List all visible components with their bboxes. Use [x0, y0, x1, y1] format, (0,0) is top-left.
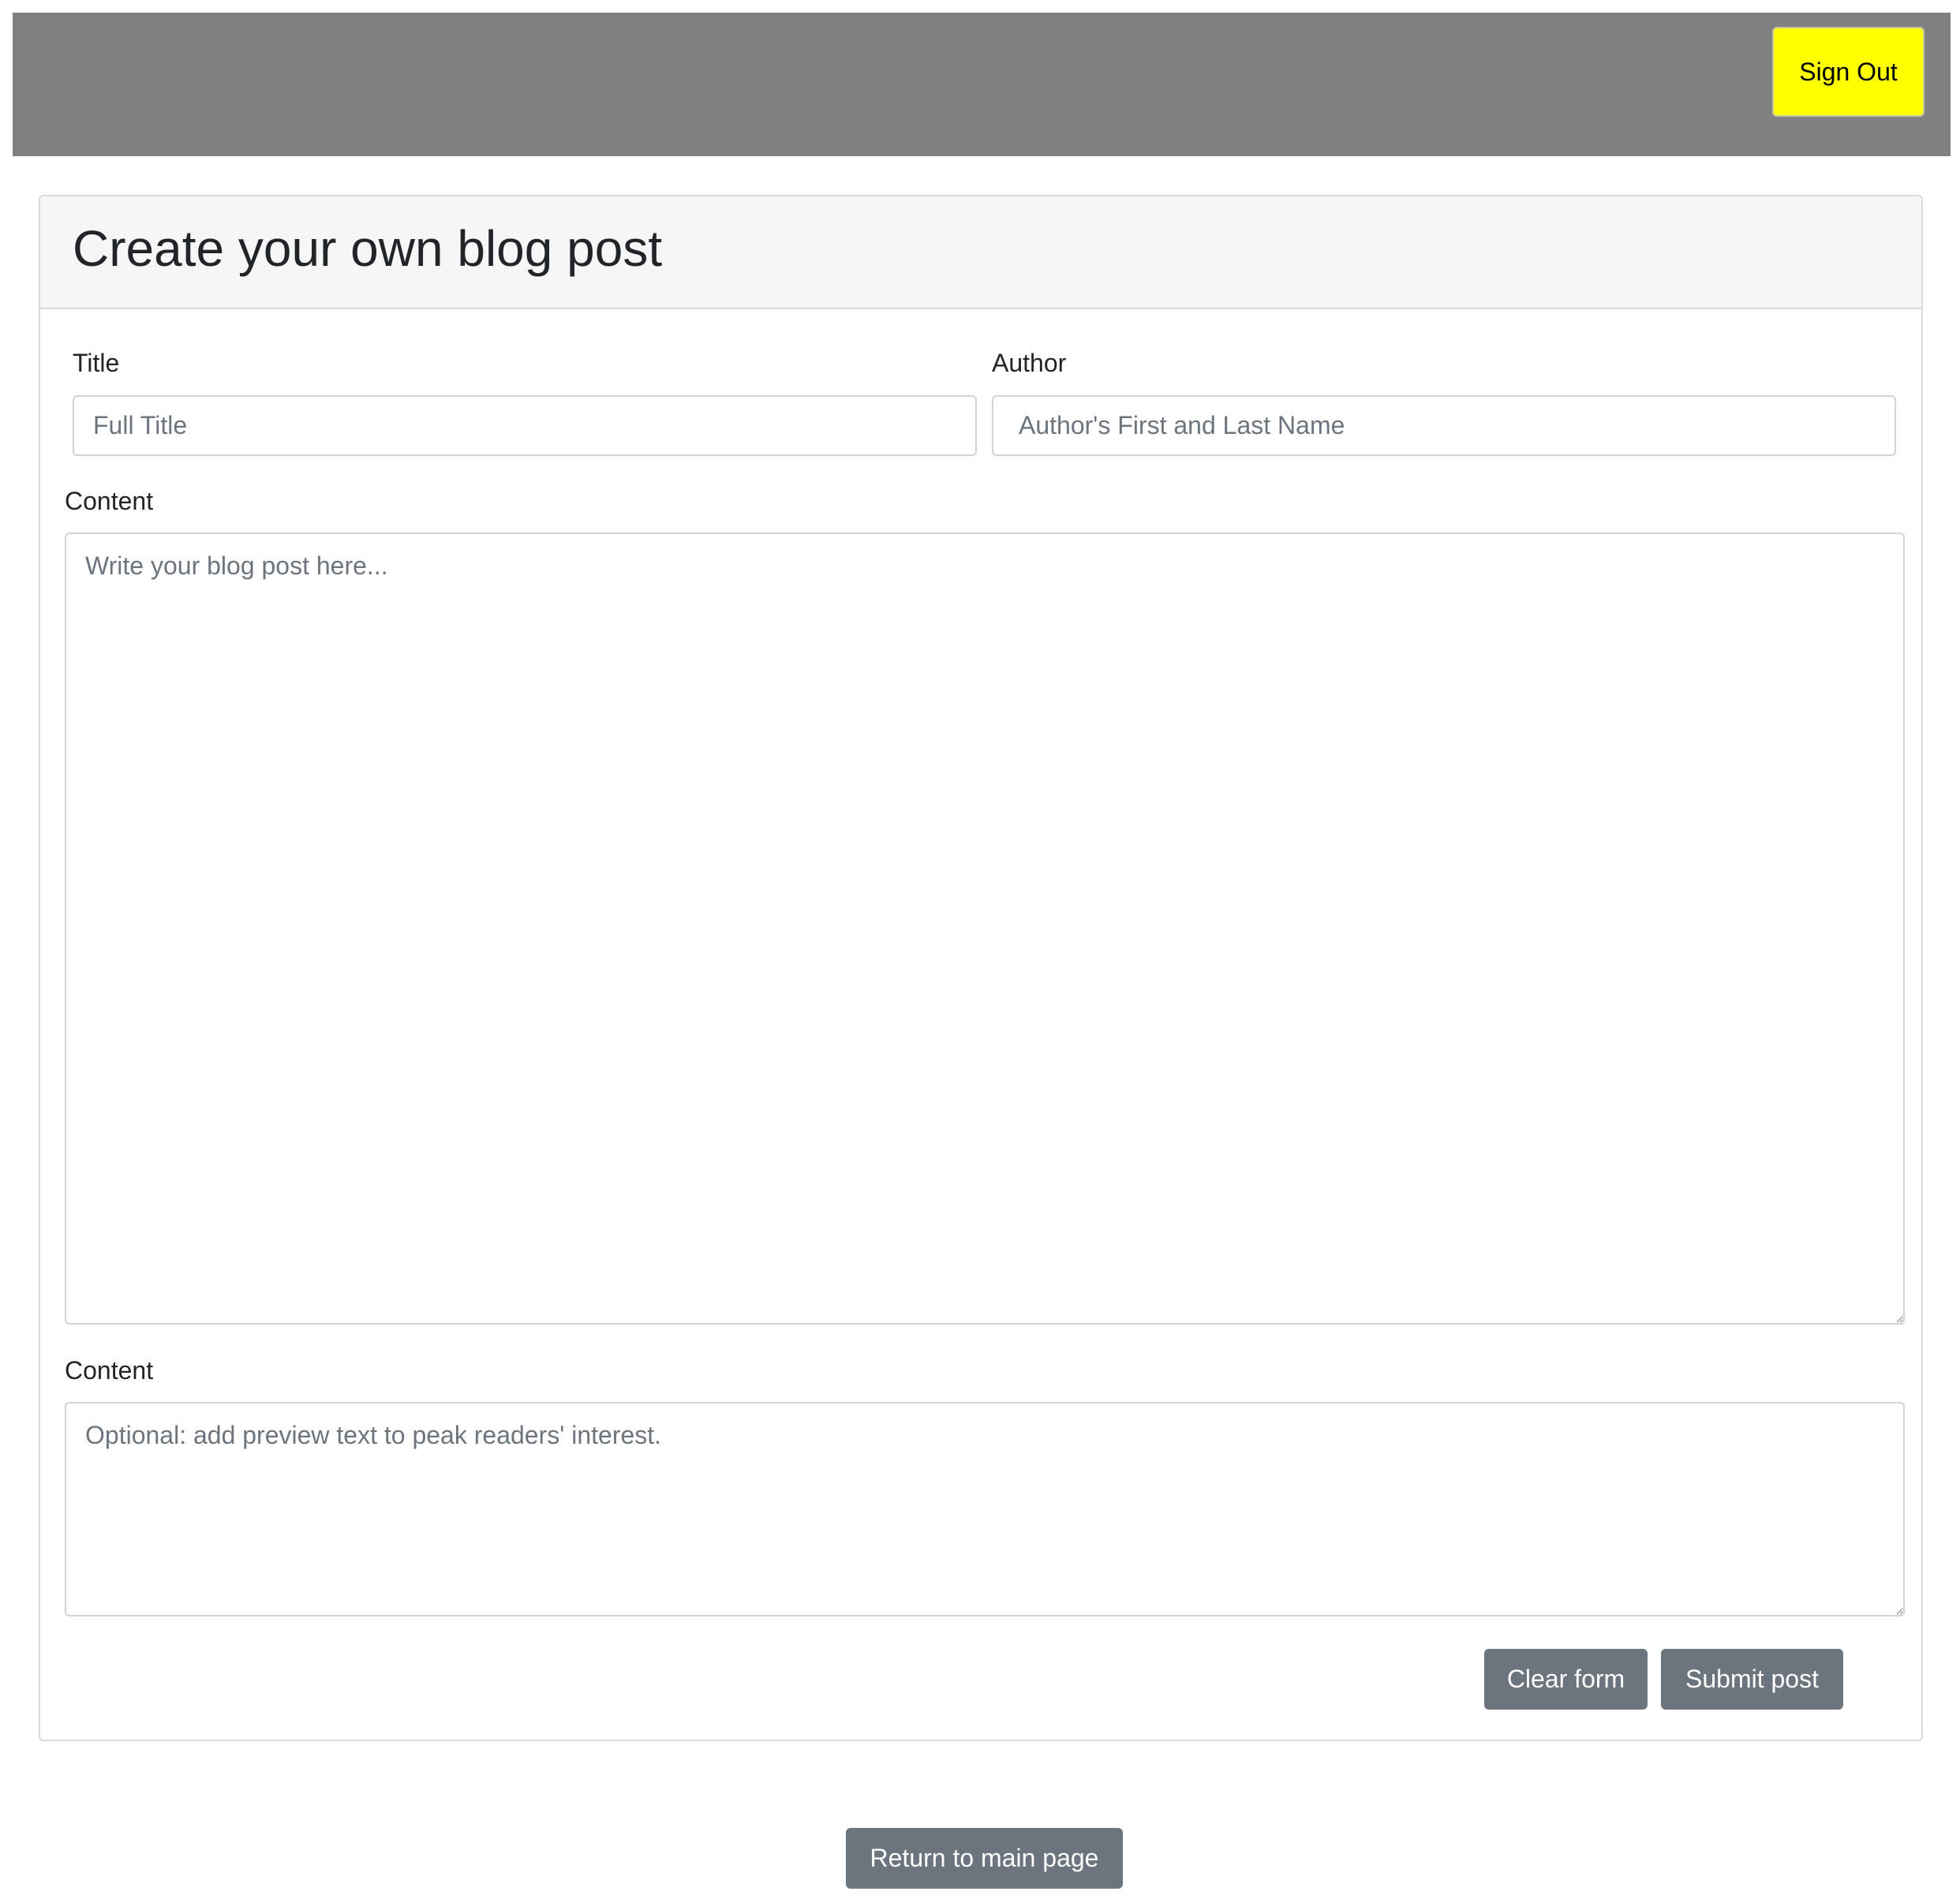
top-navbar [13, 13, 1951, 156]
author-label: Author [992, 349, 1067, 377]
content-label: Content [65, 487, 154, 515]
clear-form-button[interactable]: Clear form [1484, 1649, 1648, 1710]
create-post-card: Create your own blog post Title Author C… [39, 195, 1923, 1741]
title-input[interactable] [73, 395, 977, 456]
return-to-main-page-button[interactable]: Return to main page [846, 1828, 1123, 1889]
page-title: Create your own blog post [73, 220, 663, 277]
title-label: Title [73, 349, 120, 377]
content-textarea[interactable] [65, 533, 1905, 1325]
card-header: Create your own blog post [40, 196, 1921, 309]
preview-label: Content [65, 1356, 154, 1385]
submit-post-button[interactable]: Submit post [1661, 1649, 1843, 1710]
sign-out-button[interactable]: Sign Out [1772, 27, 1924, 117]
preview-textarea[interactable] [65, 1402, 1905, 1617]
author-input[interactable] [992, 395, 1896, 456]
